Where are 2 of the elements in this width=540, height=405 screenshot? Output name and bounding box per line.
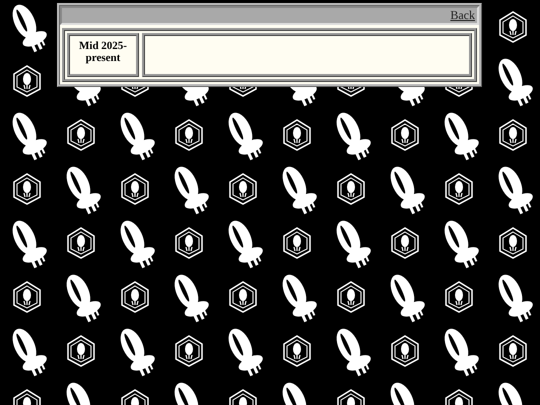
date-cell: Mid 2025-present [67, 33, 139, 77]
back-link[interactable]: Back [450, 8, 475, 23]
